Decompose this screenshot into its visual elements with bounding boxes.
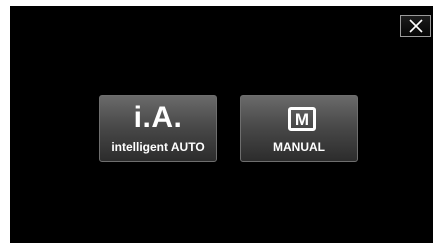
manual-mode-icon: M [288, 107, 316, 131]
close-button[interactable] [400, 15, 431, 37]
mode-select-screen: i.A. intelligent AUTO M MANUAL [10, 6, 433, 243]
intelligent-auto-button[interactable]: i.A. intelligent AUTO [99, 95, 217, 162]
manual-button[interactable]: M MANUAL [240, 95, 358, 162]
ia-mode-label: intelligent AUTO [111, 140, 205, 154]
ia-mode-title: i.A. [133, 101, 183, 134]
manual-mode-label: MANUAL [273, 140, 325, 154]
close-icon [408, 19, 423, 33]
